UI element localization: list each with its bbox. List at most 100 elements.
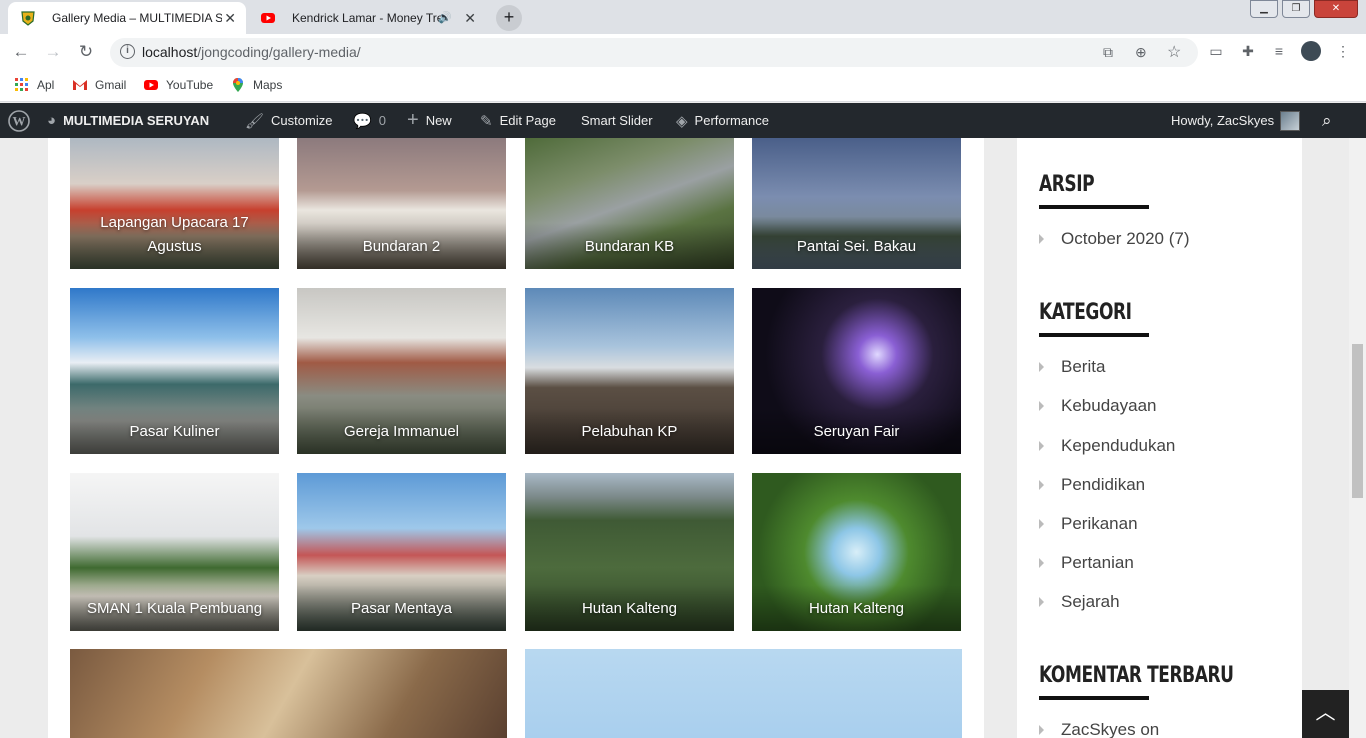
bookmark-gmail[interactable]: Gmail <box>72 77 126 93</box>
tab-title: Kendrick Lamar - Money Tree <box>292 11 442 25</box>
dashboard-gauge-icon: ◕ <box>47 112 57 129</box>
gallery-item[interactable]: Hutan Kalteng <box>525 473 734 631</box>
comment-bubble-icon: 💬 <box>353 112 372 130</box>
minimize-button[interactable]: ▁ <box>1250 0 1278 18</box>
wp-admin-bar: W ◕ MULTIMEDIA SERUYAN 🖌 Customize 💬 0 +… <box>0 103 1366 138</box>
chevron-right-icon <box>1039 597 1044 607</box>
user-avatar <box>1280 110 1301 131</box>
speaker-icon[interactable]: 🔊 <box>438 11 452 24</box>
category-link[interactable]: Pertanian <box>1061 553 1134 573</box>
gallery-item[interactable] <box>525 649 962 738</box>
wordpress-logo-icon[interactable]: W <box>8 103 30 138</box>
tab-kendrick-lamar[interactable]: Kendrick Lamar - Money Tree 🔊 ✕ <box>248 2 486 34</box>
plus-icon: + <box>407 109 419 131</box>
browser-toolbar: ← → ↻ i localhost/jongcoding/gallery-med… <box>0 34 1366 70</box>
tab-title: Gallery Media – MULTIMEDIA SER <box>52 11 222 25</box>
chevron-right-icon <box>1039 234 1044 244</box>
forward-icon[interactable]: → <box>42 41 64 63</box>
new-content-link[interactable]: + New <box>407 103 452 138</box>
gallery-item[interactable]: Pasar Mentaya <box>297 473 506 631</box>
comment-link[interactable]: ZacSkyes on <box>1061 720 1159 738</box>
bookmark-youtube[interactable]: YouTube <box>143 77 213 93</box>
kategori-widget-title: KATEGORI <box>1039 300 1132 325</box>
chevron-right-icon <box>1039 362 1044 372</box>
arsip-widget-title: ARSIP <box>1039 172 1095 197</box>
chevron-right-icon <box>1039 519 1044 529</box>
comments-link[interactable]: 💬 0 <box>353 103 386 138</box>
maps-pin-icon <box>230 77 246 93</box>
zoom-icon[interactable]: ⊕ <box>1135 44 1147 61</box>
performance-link[interactable]: ◈ Performance <box>676 103 769 138</box>
extension-icon[interactable]: ▭ <box>1206 41 1226 61</box>
close-tab-icon[interactable]: ✕ <box>464 10 476 27</box>
gallery-item[interactable]: Pasar Kuliner <box>70 288 279 454</box>
back-icon[interactable]: ← <box>10 41 32 63</box>
page-scrollbar[interactable] <box>1349 138 1366 738</box>
youtube-icon <box>143 77 159 93</box>
gallery-caption: Hutan Kalteng <box>808 600 905 617</box>
gallery-caption: Pasar Mentaya <box>351 600 452 617</box>
gallery-item[interactable]: Pantai Sei. Bakau <box>752 138 961 269</box>
new-tab-button[interactable]: + <box>496 5 522 31</box>
close-window-button[interactable]: ✕ <box>1314 0 1358 18</box>
bookmark-apl[interactable]: Apl <box>14 77 54 93</box>
gallery-caption: Bundaran KB <box>584 238 675 255</box>
site-info-icon[interactable]: i <box>120 44 135 59</box>
category-link[interactable]: Kebudayaan <box>1061 396 1156 416</box>
smart-slider-link[interactable]: Smart Slider <box>581 103 653 138</box>
gallery-item[interactable]: Hutan Kalteng <box>752 473 961 631</box>
sidebar: ARSIP October 2020 (7) KATEGORI Berita K… <box>1017 138 1302 738</box>
gallery-item[interactable]: SMAN 1 Kuala Pembuang <box>70 473 279 631</box>
extensions-puzzle-icon[interactable]: ✚ <box>1238 41 1258 61</box>
gallery-item[interactable] <box>70 649 507 738</box>
scroll-to-top-button[interactable]: ︿ <box>1302 690 1349 738</box>
profile-avatar[interactable] <box>1301 41 1321 61</box>
reload-icon[interactable]: ↻ <box>75 41 97 63</box>
category-link[interactable]: Sejarah <box>1061 592 1120 612</box>
gallery-item[interactable]: Lapangan Upacara 17 Agustus <box>70 138 279 269</box>
gallery-item[interactable]: Bundaran KB <box>525 138 734 269</box>
address-bar[interactable]: i localhost/jongcoding/gallery-media/ ⧉ … <box>110 38 1198 67</box>
svg-text:W: W <box>13 113 26 128</box>
category-link[interactable]: Kependudukan <box>1061 436 1175 456</box>
account-menu[interactable]: Howdy, ZacSkyes <box>1171 103 1301 138</box>
maximize-button[interactable]: ❐ <box>1282 0 1310 18</box>
chevron-right-icon <box>1039 558 1044 568</box>
bookmarks-bar: Apl Gmail YouTube Maps <box>0 70 1366 102</box>
gallery-item[interactable]: Gereja Immanuel <box>297 288 506 454</box>
browser-tab-strip: Gallery Media – MULTIMEDIA SER ✕ Kendric… <box>0 0 1366 34</box>
media-control-icon[interactable]: ≡ <box>1269 41 1289 61</box>
archive-link[interactable]: October 2020 (7) <box>1061 229 1190 249</box>
gallery-caption: SMAN 1 Kuala Pembuang <box>86 600 263 617</box>
bookmark-maps[interactable]: Maps <box>230 77 282 93</box>
search-icon[interactable]: ⌕ <box>1322 103 1332 138</box>
gallery-item[interactable]: Seruyan Fair <box>752 288 961 454</box>
bookmark-star-icon[interactable]: ☆ <box>1167 42 1181 62</box>
gallery-item[interactable]: Pelabuhan KP <box>525 288 734 454</box>
komentar-widget-title: KOMENTAR TERBARU <box>1039 663 1234 688</box>
url-text[interactable]: localhost/jongcoding/gallery-media/ <box>142 44 361 60</box>
gallery-caption: Bundaran 2 <box>362 238 441 255</box>
apps-grid-icon <box>14 77 30 93</box>
scrollbar-thumb[interactable] <box>1352 344 1363 498</box>
performance-box-icon: ◈ <box>676 112 688 130</box>
category-link[interactable]: Perikanan <box>1061 514 1138 534</box>
chevron-right-icon <box>1039 441 1044 451</box>
gallery-caption: Pasar Kuliner <box>129 423 220 440</box>
category-link[interactable]: Pendidikan <box>1061 475 1145 495</box>
close-tab-icon[interactable]: ✕ <box>224 10 236 27</box>
chevron-right-icon <box>1039 401 1044 411</box>
widget-title-underline <box>1039 205 1149 209</box>
pencil-icon: ✎ <box>480 112 493 130</box>
tab-gallery-media[interactable]: Gallery Media – MULTIMEDIA SER ✕ <box>8 2 246 34</box>
gallery-item[interactable]: Bundaran 2 <box>297 138 506 269</box>
translate-icon[interactable]: ⧉ <box>1103 44 1113 61</box>
widget-title-underline <box>1039 333 1149 337</box>
menu-icon[interactable]: ⋮ <box>1333 41 1353 61</box>
customize-link[interactable]: 🖌 Customize <box>245 103 332 138</box>
site-name-menu[interactable]: ◕ MULTIMEDIA SERUYAN <box>47 103 209 138</box>
gallery-content: Lapangan Upacara 17 Agustus Bundaran 2 B… <box>48 138 984 738</box>
gallery-caption: Pelabuhan KP <box>581 423 678 440</box>
category-link[interactable]: Berita <box>1061 357 1105 377</box>
edit-page-link[interactable]: ✎ Edit Page <box>480 103 556 138</box>
